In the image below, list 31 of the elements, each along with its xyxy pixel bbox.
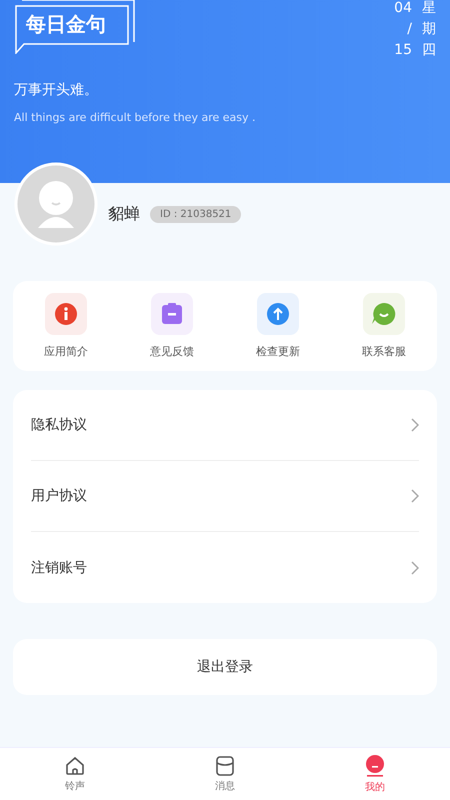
tab[interactable]: 我的 bbox=[325, 754, 425, 794]
quote-translation: All things are difficult before they are easy . bbox=[14, 111, 256, 124]
banner-title: 每日金句 bbox=[26, 11, 106, 38]
user-name: 貂蝉 bbox=[108, 204, 140, 224]
chevron-right-icon bbox=[411, 560, 419, 574]
menu-item[interactable]: 隐私协议 bbox=[31, 390, 419, 461]
weekday-text: 星期四 bbox=[422, 0, 436, 60]
home-icon bbox=[65, 756, 85, 776]
tab[interactable]: 消息 bbox=[175, 754, 275, 794]
menu-item[interactable]: 用户协议 bbox=[31, 461, 419, 532]
shortcut-button[interactable]: 联系客服 bbox=[331, 293, 437, 359]
chevron-right-icon bbox=[411, 418, 419, 432]
clipboard-icon bbox=[151, 293, 193, 335]
shortcut-button[interactable]: 检查更新 bbox=[225, 293, 331, 359]
date-number: 04 bbox=[394, 0, 412, 18]
date-number: / bbox=[407, 20, 412, 39]
speech-bubble-frame-icon bbox=[14, 0, 136, 54]
date-number: 15 bbox=[394, 41, 412, 60]
quote-text: 万事开头难。 bbox=[14, 81, 99, 99]
shortcut-button[interactable]: 意见反馈 bbox=[119, 293, 225, 359]
profile-icon bbox=[365, 754, 385, 776]
menu-item[interactable]: 注销账号 bbox=[31, 532, 419, 603]
user-id-badge: ID : 21038521 bbox=[150, 206, 242, 222]
tab[interactable]: 铃声 bbox=[25, 754, 125, 794]
logout-button[interactable]: 退出登录 bbox=[13, 639, 437, 695]
shortcut-button[interactable]: 应用简介 bbox=[13, 293, 119, 359]
avatar-icon[interactable] bbox=[14, 162, 98, 246]
chat-bubble-icon bbox=[363, 293, 405, 335]
envelope-icon bbox=[216, 756, 234, 776]
info-icon bbox=[45, 293, 87, 335]
chevron-right-icon bbox=[411, 489, 419, 503]
